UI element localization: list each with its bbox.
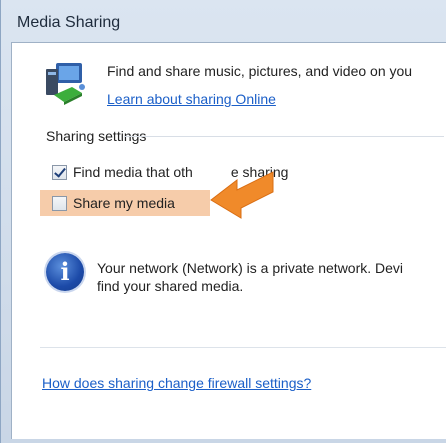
find-media-checkbox[interactable] — [52, 164, 67, 180]
share-my-media-option[interactable]: Share my media — [40, 190, 210, 216]
firewall-settings-link[interactable]: How does sharing change firewall setting… — [42, 375, 311, 391]
network-sharing-icon — [46, 63, 85, 105]
learn-about-sharing-link[interactable]: Learn about sharing Online — [107, 91, 276, 107]
dialog-body: Find and share music, pictures, and vide… — [11, 42, 446, 439]
info-icon: i — [46, 253, 84, 291]
window-title: Media Sharing — [17, 14, 121, 31]
network-info-text: Your network (Network) is a private netw… — [97, 259, 445, 295]
intro-text: Find and share music, pictures, and vide… — [107, 63, 413, 79]
network-info-line1: Your network (Network) is a private netw… — [97, 260, 404, 276]
network-info-line2: find your shared media. — [97, 278, 244, 294]
title-bar[interactable]: Media Sharing — [1, 0, 446, 42]
share-my-media-label: Share my media — [73, 195, 175, 211]
pointer-arrow-icon — [210, 171, 274, 219]
media-sharing-window: Media Sharing Find and share music, pict… — [0, 0, 446, 443]
group-divider — [124, 136, 444, 137]
share-my-media-checkbox[interactable] — [52, 195, 67, 211]
find-media-label: Find media that oth — [73, 164, 193, 180]
bottom-separator — [40, 347, 446, 348]
